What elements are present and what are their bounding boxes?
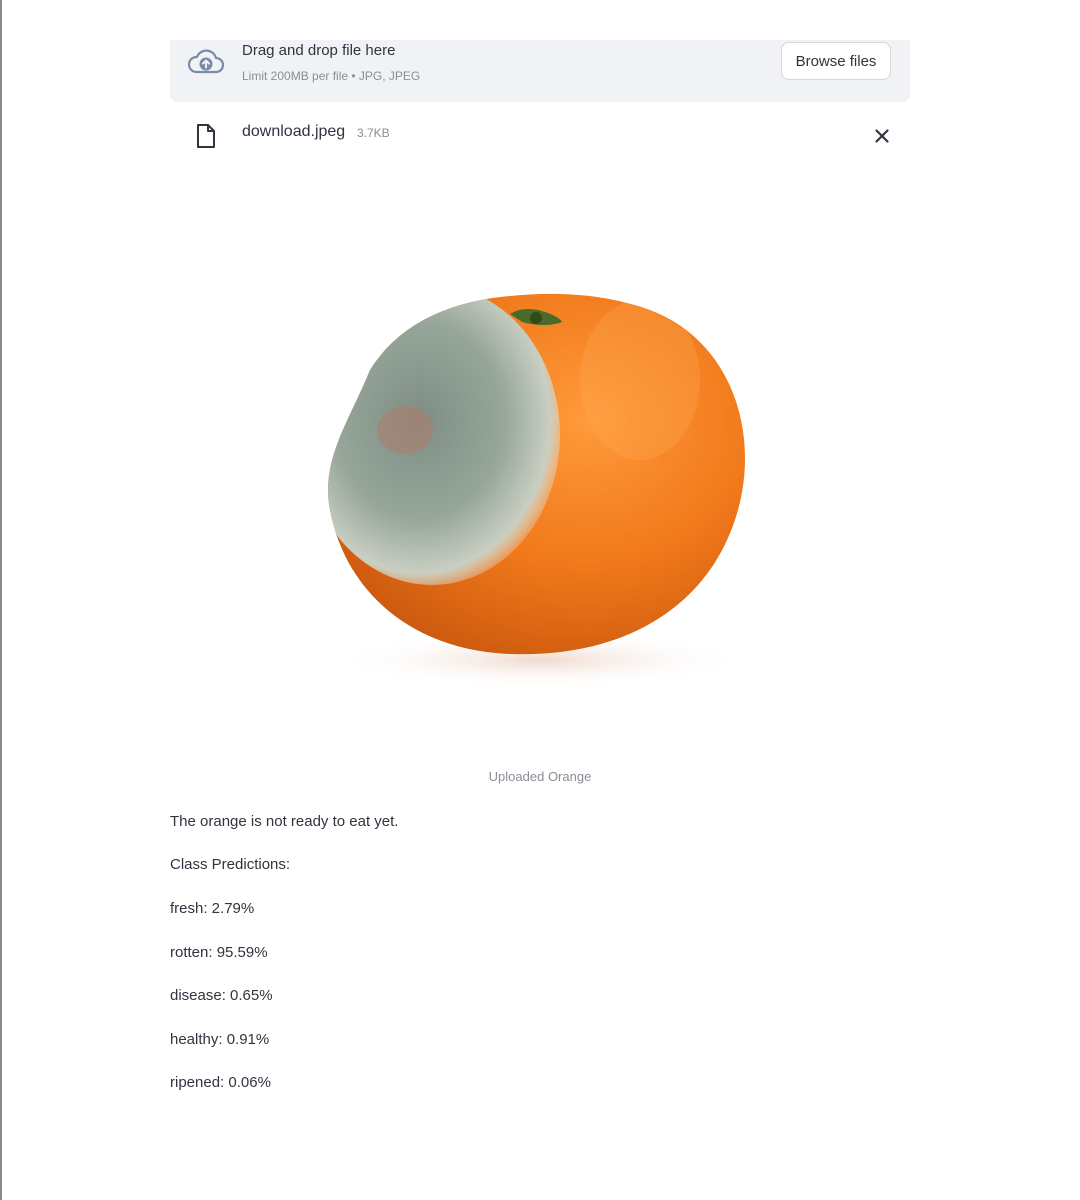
close-icon (875, 129, 889, 143)
file-size: 3.7KB (357, 126, 390, 140)
file-dropzone[interactable]: Drag and drop file here Limit 200MB per … (170, 40, 910, 102)
image-caption: Uploaded Orange (488, 769, 592, 784)
prediction-item: ripened: 0.06% (170, 1074, 271, 1091)
browse-files-button[interactable]: Browse files (781, 42, 891, 80)
prediction-item: fresh: 2.79% (170, 900, 255, 917)
prediction-item: healthy: 0.91% (170, 1031, 270, 1048)
file-icon (197, 124, 215, 148)
dropzone-limit-text: Limit 200MB per file • JPG, JPEG (242, 69, 421, 83)
prediction-item: disease: 0.65% (170, 987, 273, 1004)
file-name: download.jpeg (242, 123, 346, 140)
predictions-heading: Class Predictions: (170, 856, 291, 873)
moldy-orange-illustration (328, 293, 750, 688)
dropzone-title: Drag and drop file here (242, 42, 396, 59)
cloud-upload-icon (187, 49, 225, 74)
result-message: The orange is not ready to eat yet. (170, 813, 399, 830)
remove-file-button[interactable] (870, 124, 894, 148)
window-edge (0, 0, 2, 1200)
prediction-item: rotten: 95.59% (170, 944, 268, 961)
uploaded-image (170, 180, 910, 760)
uploaded-file-row: download.jpeg 3.7KB (170, 118, 910, 154)
